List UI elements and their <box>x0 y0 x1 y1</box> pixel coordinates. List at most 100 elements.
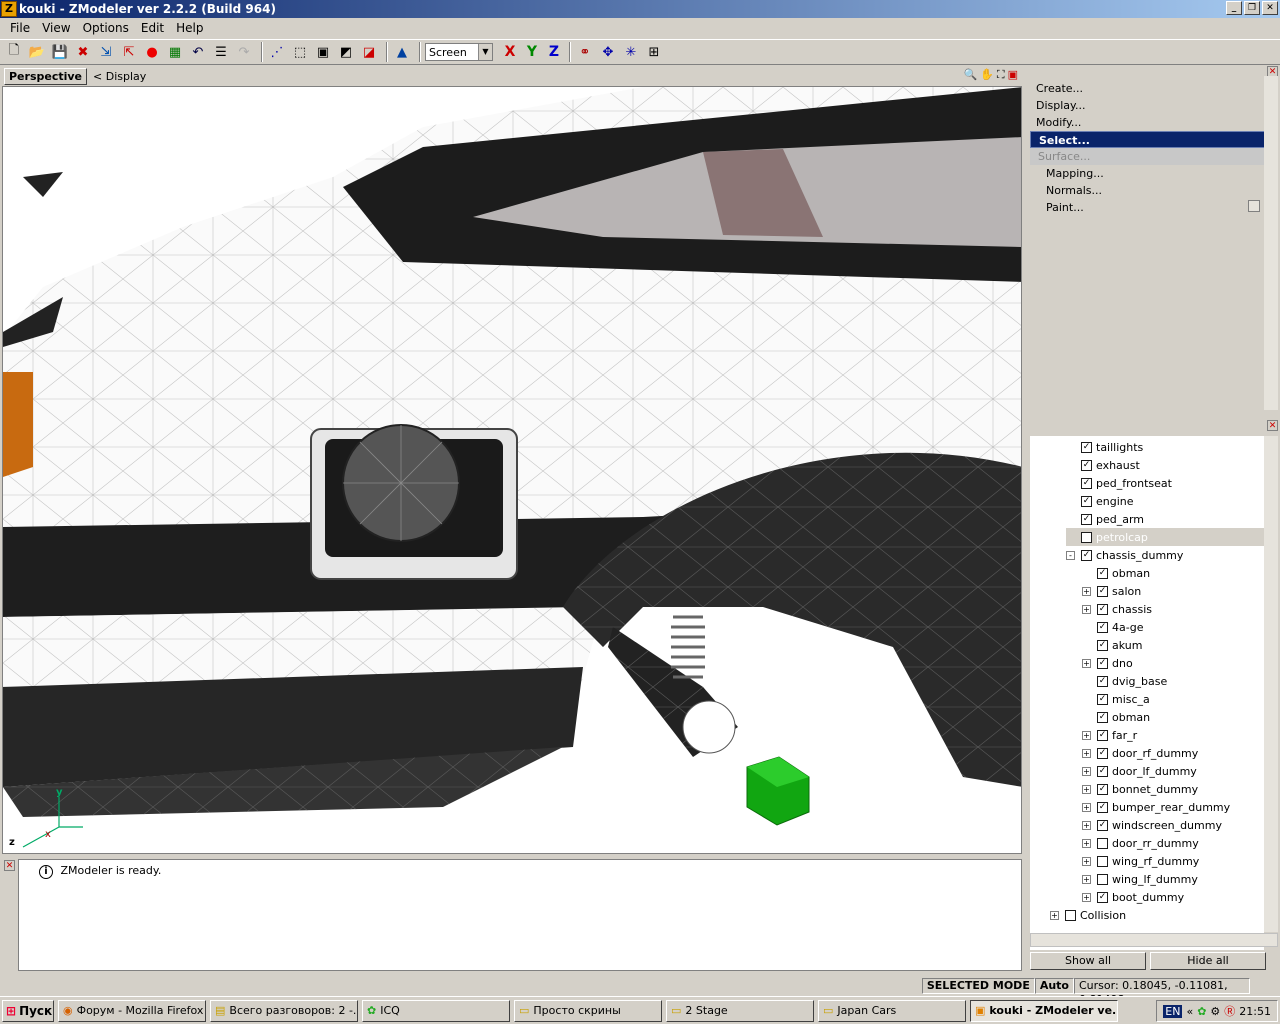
expand-icon[interactable]: + <box>1082 838 1091 848</box>
expand-icon[interactable]: + <box>1082 586 1091 596</box>
task-folder-japan[interactable]: ▭ Japan Cars <box>818 999 966 1022</box>
task-folder-stage[interactable]: ▭ 2 Stage <box>666 999 814 1022</box>
visibility-checkbox[interactable]: ✓ <box>1097 567 1108 579</box>
tree-vertical-scrollbar[interactable] <box>1264 436 1278 932</box>
expand-icon[interactable]: + <box>1082 802 1091 812</box>
tree-node[interactable]: + door_rr_dummy <box>1082 834 1199 852</box>
visibility-checkbox[interactable] <box>1081 531 1092 543</box>
zoom-icon[interactable]: 🔍 <box>963 68 977 82</box>
tree-node[interactable]: + ✓ chassis <box>1082 600 1152 618</box>
expand-icon[interactable]: + <box>1082 874 1091 884</box>
tree-node[interactable]: + ✓ windscreen_dummy <box>1082 816 1222 834</box>
tree-node[interactable]: + ✓ dno <box>1082 654 1133 672</box>
redo-icon[interactable]: ↷ <box>234 42 254 62</box>
task-chat[interactable]: ▤ Всего разговоров: 2 -... <box>210 999 358 1022</box>
tree-node[interactable]: + Collision <box>1050 906 1126 924</box>
menu-file[interactable]: File <box>4 21 36 35</box>
save-icon[interactable]: 💾 <box>50 42 70 62</box>
expand-icon[interactable]: + <box>1082 748 1091 758</box>
visibility-checkbox[interactable]: ✓ <box>1097 711 1108 723</box>
task-zmodeler[interactable]: ▣ kouki - ZModeler ve... <box>970 999 1118 1022</box>
command-mapping[interactable]: Mapping... <box>1028 165 1268 182</box>
link-icon[interactable]: ⚭ <box>575 42 595 62</box>
properties-icon[interactable]: ☰ <box>211 42 231 62</box>
tree-node[interactable]: ✓ akum <box>1082 636 1142 654</box>
tree-node[interactable]: + ✓ far_r <box>1082 726 1137 744</box>
visibility-checkbox[interactable]: ✓ <box>1081 549 1092 561</box>
menu-view[interactable]: View <box>36 21 76 35</box>
menu-options[interactable]: Options <box>77 21 135 35</box>
tree-node[interactable]: + ✓ door_rf_dummy <box>1082 744 1198 762</box>
zmodeler-app-icon[interactable]: Z <box>1 1 17 17</box>
surface-mode-icon[interactable]: ◪ <box>359 42 379 62</box>
open-file-icon[interactable]: 📂 <box>27 42 47 62</box>
tree-node[interactable]: ✓ ped_arm <box>1066 510 1144 528</box>
tree-node[interactable]: + wing_rf_dummy <box>1082 852 1199 870</box>
expand-icon[interactable]: + <box>1082 892 1091 902</box>
visibility-checkbox[interactable]: ✓ <box>1097 621 1108 633</box>
expand-icon[interactable]: + <box>1050 910 1059 920</box>
panel-options-checkbox[interactable] <box>1248 200 1260 212</box>
tree-node[interactable]: ✓ taillights <box>1066 438 1143 456</box>
vertex-mode-icon[interactable]: ⋰ <box>267 42 287 62</box>
pan-hand-icon[interactable]: ✋ <box>980 68 994 82</box>
close-button[interactable]: ✕ <box>1262 1 1278 15</box>
viewport-perspective[interactable]: y x z <box>2 86 1022 854</box>
visibility-checkbox[interactable] <box>1097 873 1108 885</box>
expand-icon[interactable]: + <box>1082 604 1091 614</box>
task-icq[interactable]: ✿ ICQ <box>362 999 510 1022</box>
tree-node[interactable]: petrolcap <box>1066 528 1264 546</box>
command-modify[interactable]: Modify... <box>1028 114 1268 131</box>
visibility-checkbox[interactable]: ✓ <box>1081 513 1092 525</box>
cube-mode-icon[interactable]: ▣ <box>313 42 333 62</box>
visibility-checkbox[interactable]: ✓ <box>1097 747 1108 759</box>
close-viewport-icon[interactable]: ▣ <box>1008 68 1018 82</box>
command-create[interactable]: Create... <box>1028 80 1268 97</box>
tree-node[interactable]: + ✓ salon <box>1082 582 1141 600</box>
close-hierarchy-panel-icon[interactable]: ✕ <box>1267 420 1278 431</box>
visibility-checkbox[interactable] <box>1065 909 1076 921</box>
maximize-viewport-icon[interactable]: ⛶ <box>997 68 1005 82</box>
show-hidden-icons[interactable]: « <box>1186 1005 1193 1018</box>
visibility-checkbox[interactable]: ✓ <box>1081 495 1092 507</box>
command-scrollbar[interactable] <box>1264 76 1278 410</box>
tree-node[interactable]: + ✓ bumper_rear_dummy <box>1082 798 1230 816</box>
new-file-icon[interactable]: 🗋 <box>4 42 24 62</box>
pivot-icon[interactable]: ▲ <box>392 42 412 62</box>
visibility-checkbox[interactable]: ✓ <box>1097 819 1108 831</box>
viewport-display-mode[interactable]: < Display <box>93 70 146 83</box>
expand-icon[interactable]: + <box>1082 856 1091 866</box>
antivirus-tray-icon[interactable]: Ⓡ <box>1224 1003 1235 1019</box>
tree-node[interactable]: + ✓ bonnet_dummy <box>1082 780 1198 798</box>
visibility-checkbox[interactable]: ✓ <box>1097 585 1108 597</box>
box-mode-icon[interactable]: ⬚ <box>290 42 310 62</box>
close-log-icon[interactable]: ✕ <box>4 860 15 871</box>
collapse-icon[interactable]: - <box>1066 550 1075 560</box>
start-button[interactable]: ⊞ Пуск <box>2 999 54 1022</box>
visibility-checkbox[interactable]: ✓ <box>1097 765 1108 777</box>
language-indicator[interactable]: EN <box>1163 1004 1183 1018</box>
expand-icon[interactable]: + <box>1082 658 1091 668</box>
tree-node[interactable]: ✓ misc_a <box>1082 690 1150 708</box>
visibility-checkbox[interactable]: ✓ <box>1081 441 1092 453</box>
command-paint[interactable]: Paint... <box>1028 199 1268 216</box>
coord-mode-select[interactable]: Screen ▼ <box>425 43 493 61</box>
show-all-button[interactable]: Show all <box>1030 952 1146 970</box>
tree-node[interactable]: - ✓ chassis_dummy <box>1066 546 1183 564</box>
export-icon[interactable]: ⇱ <box>119 42 139 62</box>
rotate-icon[interactable]: ✳ <box>621 42 641 62</box>
visibility-checkbox[interactable]: ✓ <box>1097 693 1108 705</box>
menu-edit[interactable]: Edit <box>135 21 170 35</box>
import-icon[interactable]: ⇲ <box>96 42 116 62</box>
object-mode-icon[interactable]: ◩ <box>336 42 356 62</box>
visibility-checkbox[interactable]: ✓ <box>1097 891 1108 903</box>
texture-icon[interactable]: ▦ <box>165 42 185 62</box>
scale-icon[interactable]: ⊞ <box>644 42 664 62</box>
minimize-button[interactable]: _ <box>1226 1 1242 15</box>
command-normals[interactable]: Normals... <box>1028 182 1268 199</box>
tree-node[interactable]: ✓ ped_frontseat <box>1066 474 1172 492</box>
tree-node[interactable]: + ✓ boot_dummy <box>1082 888 1184 906</box>
network-tray-icon[interactable]: ⚙ <box>1210 1005 1220 1018</box>
command-select[interactable]: Select... <box>1030 131 1266 148</box>
visibility-checkbox[interactable]: ✓ <box>1081 459 1092 471</box>
